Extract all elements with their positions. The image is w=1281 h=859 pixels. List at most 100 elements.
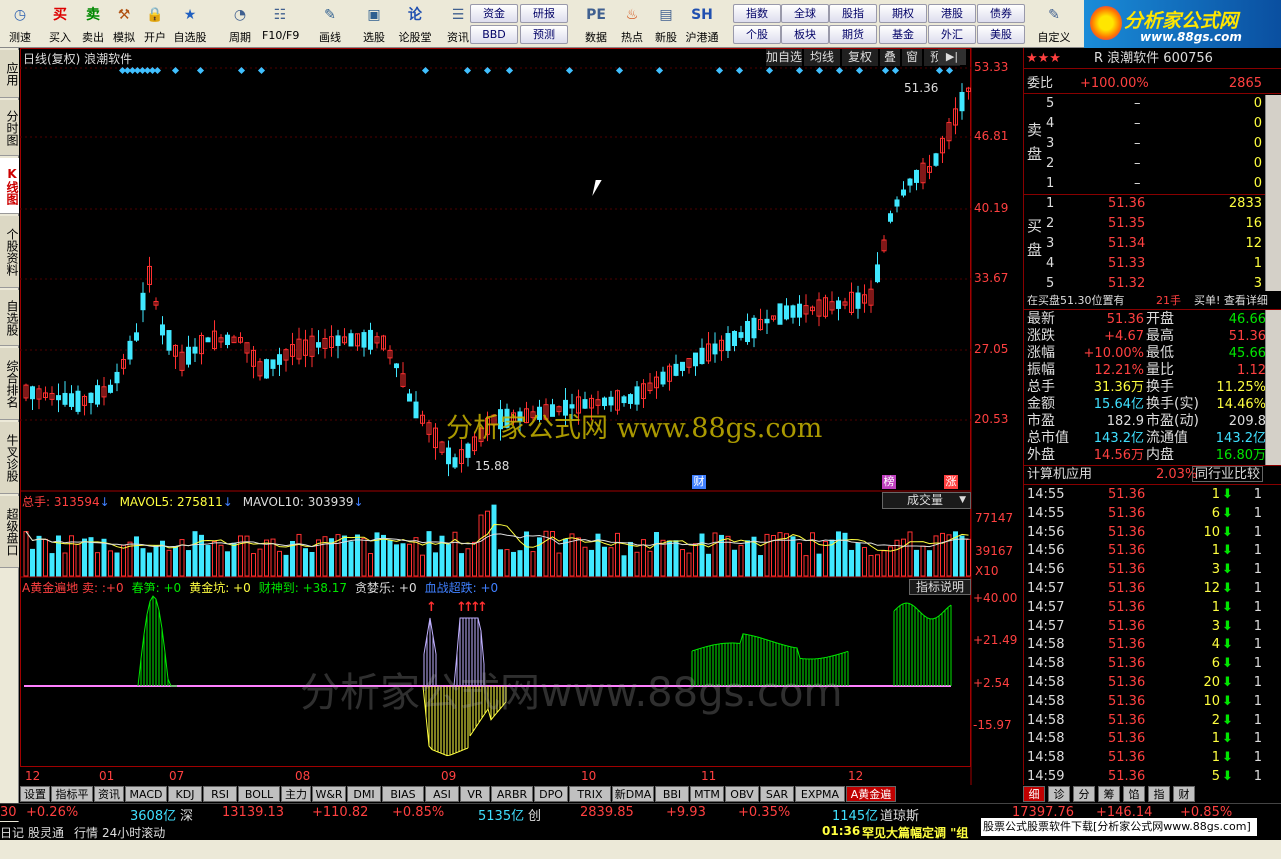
toolbar-small-button[interactable]: 外汇 <box>928 25 976 44</box>
scrollbar[interactable] <box>1265 310 1281 465</box>
indicator-tab[interactable]: 新DMA <box>612 786 654 802</box>
notice-link[interactable]: 买单! 查看详细 <box>1194 292 1268 309</box>
indicator-tab[interactable]: 指标平台 <box>51 786 93 816</box>
indicator-tab[interactable]: BOLL <box>238 786 280 802</box>
left-tab[interactable]: 个股资料 <box>0 216 19 288</box>
toolbar-small-button[interactable]: 债券 <box>977 4 1025 23</box>
level-volume: 0 <box>1253 176 1262 191</box>
detail-tab[interactable]: 财 <box>1173 786 1195 802</box>
weicha-value: 2865 <box>1228 76 1262 91</box>
status-link[interactable]: 行情 <box>74 824 98 841</box>
chart-menu-item[interactable]: 复权 <box>842 49 878 66</box>
indicator-tab[interactable]: RSI <box>203 786 237 802</box>
detail-tab[interactable]: 诊 <box>1048 786 1070 802</box>
toolbar-small-button[interactable]: 预测 <box>520 25 568 44</box>
toolbar-button-0[interactable]: ◷ 测速 <box>2 2 38 46</box>
toolbar-small-button[interactable]: 全球 <box>781 4 829 23</box>
kline-chart[interactable]: ↑↑↑↑↑ 日线(复权) 浪潮软件 加自选均线复权叠窗预测 ▶| 53.3346… <box>20 48 1023 785</box>
toolbar-small-button[interactable]: 资金 <box>470 4 518 23</box>
quote-value: 31.36万 <box>1093 380 1144 395</box>
toolbar-button-6[interactable]: ◔ 周期 <box>222 2 258 46</box>
left-tab[interactable]: 分时图 <box>0 100 19 156</box>
volume-bar <box>62 552 68 577</box>
indicator-tab[interactable]: TRIX <box>569 786 611 802</box>
indicator-tab[interactable]: BBI <box>655 786 689 802</box>
toolbar-button-14[interactable]: ▤ 新股 <box>648 2 684 46</box>
expand-arrow-icon[interactable]: ▶| <box>938 49 966 65</box>
toolbar-button-10[interactable]: 论论股堂 <box>397 2 433 46</box>
chart-menu-item[interactable]: 窗 <box>902 49 922 66</box>
indicator-tab[interactable]: MACD <box>125 786 167 802</box>
indicator-tab[interactable]: DPO <box>534 786 568 802</box>
indicator-help-button[interactable]: 指标说明 <box>909 579 971 595</box>
toolbar-small-button[interactable]: 研报 <box>520 4 568 23</box>
toolbar-small-button[interactable]: 美股 <box>977 25 1025 44</box>
indicator-tab[interactable]: ASI <box>425 786 459 802</box>
toolbar-button-16[interactable]: ✎ 自定义 <box>1036 2 1072 46</box>
toolbar-button-5[interactable]: ★ 自选股 <box>172 2 208 46</box>
event-marker[interactable]: 财 <box>692 475 706 489</box>
left-tab[interactable]: 应用 <box>0 50 19 98</box>
indicator-tab[interactable]: 设置 <box>20 786 50 802</box>
left-tab[interactable]: 超级盘口 <box>0 496 19 568</box>
toolbar-small-button[interactable]: BBD <box>470 25 518 44</box>
left-tab[interactable]: K线图 <box>0 158 19 214</box>
chart-menu-item[interactable]: 加自选 <box>766 49 802 66</box>
indicator-tab[interactable]: W&R <box>312 786 346 802</box>
toolbar-button-15[interactable]: SH 沪港通 <box>684 2 720 46</box>
toolbar-small-button[interactable]: 个股 <box>733 25 781 44</box>
chart-menu-item[interactable]: 叠 <box>880 49 900 66</box>
detail-tab[interactable]: 分 <box>1073 786 1095 802</box>
toolbar-small-button[interactable]: 股指 <box>829 4 877 23</box>
toolbar-button-4[interactable]: 🔒 开户 <box>137 2 173 46</box>
toolbar-small-button[interactable]: 指数 <box>733 4 781 23</box>
indicator-tab[interactable]: EXPMA <box>795 786 845 802</box>
indicator-tab[interactable]: OBV <box>725 786 759 802</box>
left-tab[interactable]: 牛叉诊股 <box>0 422 19 494</box>
toolbar-small-button[interactable]: 港股 <box>928 4 976 23</box>
indicator-tab[interactable]: VR <box>460 786 490 802</box>
promo-text[interactable]: 股票公式股票软件下载[分析家公式网www.88gs.com] <box>980 817 1258 837</box>
indicator-tab[interactable]: ARBR <box>491 786 533 802</box>
down-arrow-icon: ⬇ <box>1222 712 1233 728</box>
indicator-tab[interactable]: 资讯 <box>94 786 124 802</box>
indicator-tab[interactable]: DMI <box>347 786 381 802</box>
volume-bar <box>712 532 718 577</box>
toolbar-button-13[interactable]: ♨ 热点 <box>614 2 650 46</box>
toolbar-small-button[interactable]: 期货 <box>829 25 877 44</box>
scrollbar[interactable] <box>1265 95 1281 291</box>
toolbar-small-button[interactable]: 期权 <box>879 4 927 23</box>
status-link[interactable]: 日记 <box>0 824 24 841</box>
indicator-tab[interactable]: SAR <box>760 786 794 802</box>
left-tab[interactable]: 自选股 <box>0 290 19 346</box>
left-tab[interactable]: 综合排名 <box>0 348 19 420</box>
indicator-tab[interactable]: A黄金遍地 <box>846 786 896 816</box>
sector-compare-button[interactable]: 同行业比较 <box>1192 466 1264 482</box>
toolbar-small-button[interactable]: 基金 <box>879 25 927 44</box>
toolbar-small-button[interactable]: 板块 <box>781 25 829 44</box>
detail-tab[interactable]: 指 <box>1148 786 1170 802</box>
indicator-tab[interactable]: BIAS <box>382 786 424 802</box>
status-link[interactable]: 24小时滚动 <box>102 824 165 841</box>
sector-name[interactable]: 计算机应用 <box>1027 466 1092 483</box>
toolbar-button-12[interactable]: PE 数据 <box>578 2 614 46</box>
detail-tab[interactable]: 筹 <box>1098 786 1120 802</box>
detail-tab[interactable]: 馅 <box>1123 786 1145 802</box>
toolbar-button-9[interactable]: ▣ 选股 <box>356 2 392 46</box>
status-link[interactable]: 股灵通 <box>28 824 64 841</box>
indicator-tab[interactable]: MTM <box>690 786 724 802</box>
volume-select[interactable]: 成交量 ▼ <box>882 492 971 509</box>
toolbar-button-7[interactable]: ☷ F10/F9 <box>262 2 299 46</box>
toolbar-button-1[interactable]: 买买入 <box>42 2 78 46</box>
toolbar-button-8[interactable]: ✎ 画线 <box>312 2 348 46</box>
detail-tab[interactable]: 细 <box>1023 786 1045 802</box>
event-marker[interactable]: 涨 <box>944 475 958 489</box>
indicator-tab[interactable]: 主力 <box>281 786 311 802</box>
event-marker[interactable]: 榜 <box>882 475 896 489</box>
volume-bar <box>212 541 217 577</box>
divider <box>1024 484 1281 485</box>
news-headline[interactable]: 罕见大篇幅定调 "组 <box>862 824 968 841</box>
chart-menu-item[interactable]: 均线 <box>804 49 840 66</box>
indicator-tab[interactable]: KDJ <box>168 786 202 802</box>
level-volume: 0 <box>1253 136 1262 151</box>
